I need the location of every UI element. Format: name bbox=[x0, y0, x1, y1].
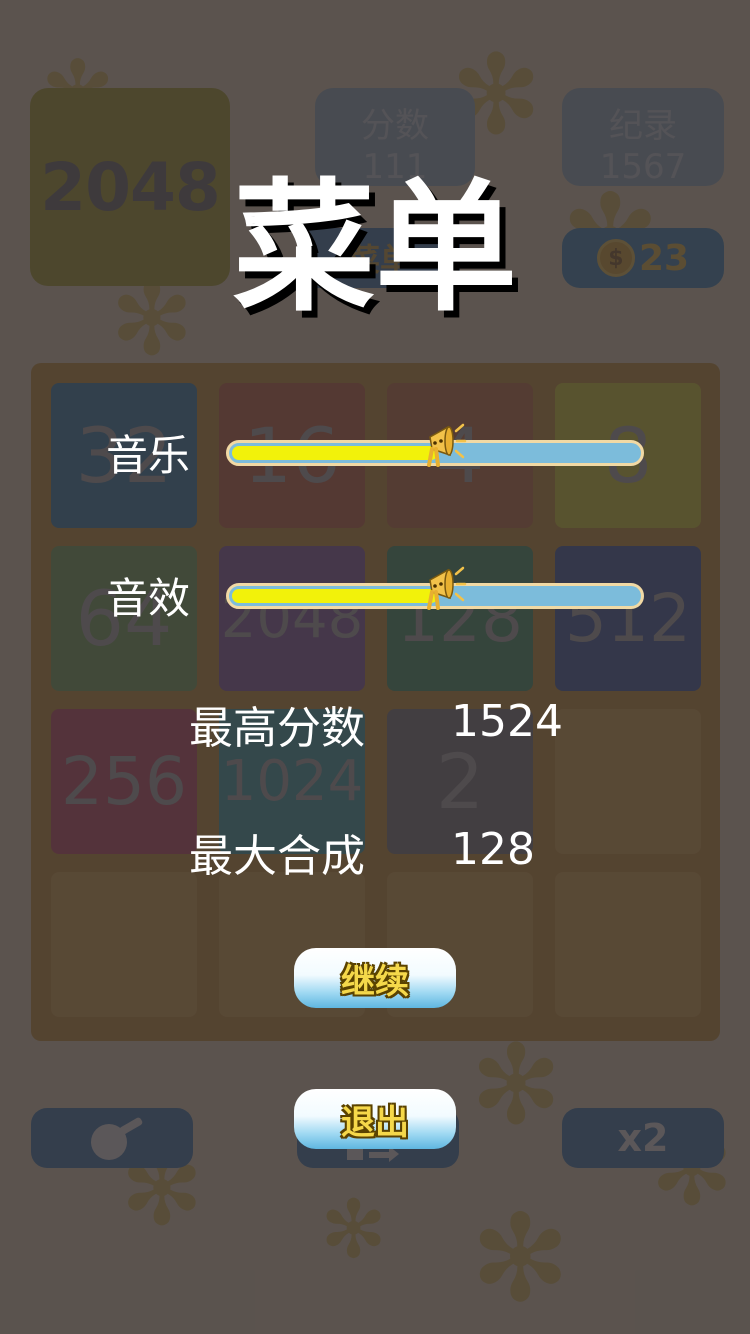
high-score-label: 最高分数 bbox=[189, 703, 365, 754]
music-slider[interactable] bbox=[226, 423, 644, 467]
sound-effects-slider[interactable] bbox=[226, 566, 644, 610]
exit-button[interactable]: 退出 bbox=[294, 1089, 456, 1149]
high-score-value: 1524 bbox=[451, 696, 563, 747]
megaphone-icon[interactable] bbox=[408, 411, 468, 473]
max-tile-value: 128 bbox=[451, 824, 535, 875]
music-label: 音乐 bbox=[106, 431, 191, 480]
max-tile-label: 最大合成 bbox=[189, 831, 365, 882]
continue-button[interactable]: 继续 bbox=[294, 948, 456, 1008]
menu-title: 菜单 bbox=[233, 166, 517, 331]
megaphone-icon[interactable] bbox=[408, 554, 468, 616]
sound-effects-label: 音效 bbox=[106, 574, 191, 623]
